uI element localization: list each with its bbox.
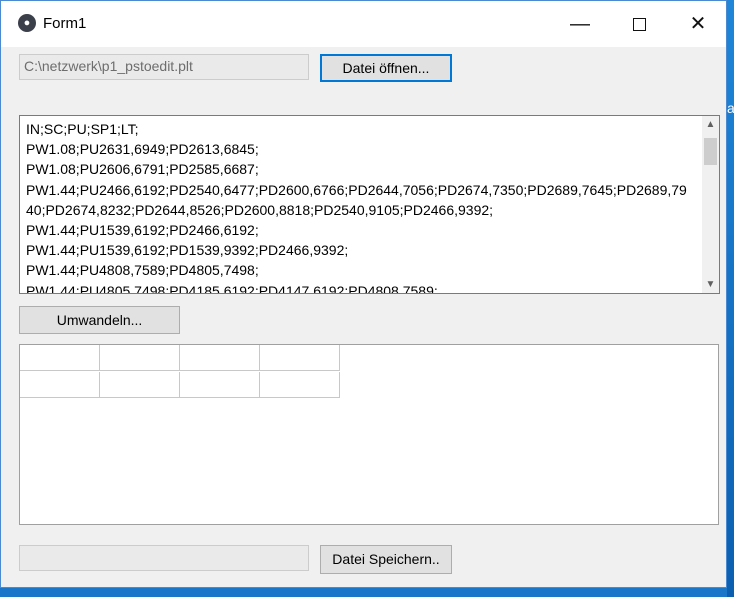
plt-line: PW1.44;PU4805,7498;PD4185,6192;PD4147,61… xyxy=(26,282,438,294)
grid-cell[interactable] xyxy=(260,345,340,371)
save-file-button[interactable]: Datei Speichern.. xyxy=(320,545,452,574)
paw-icon: ● xyxy=(18,14,36,32)
window-title: Form1 xyxy=(43,15,87,32)
grid-cell[interactable] xyxy=(20,345,100,371)
plt-content-textarea[interactable]: IN;SC;PU;SP1;LT; PW1.08;PU2631,6949;PD261… xyxy=(19,115,720,294)
grid-cell[interactable] xyxy=(20,372,100,398)
plt-content-text: IN;SC;PU;SP1;LT; PW1.08;PU2631,6949;PD261… xyxy=(26,119,694,294)
scroll-down-icon[interactable]: ▼ xyxy=(702,276,719,293)
close-icon: ✕ xyxy=(689,13,707,35)
grid-cell[interactable] xyxy=(100,372,180,398)
desktop-edge-text: a xyxy=(727,100,734,116)
save-file-path-field[interactable] xyxy=(19,545,309,571)
plt-line: PW1.44;PU1539,6192;PD1539,9392;PD2466,93… xyxy=(26,242,349,259)
plt-line: IN;SC;PU;SP1;LT; xyxy=(26,121,139,137)
grid-cell[interactable] xyxy=(180,345,260,371)
grid-cell[interactable] xyxy=(180,372,260,398)
minimize-button[interactable]: — xyxy=(551,1,609,47)
desktop-background xyxy=(727,0,734,597)
grid-cell[interactable] xyxy=(100,345,180,371)
convert-button[interactable]: Umwandeln... xyxy=(19,306,180,334)
title-bar[interactable]: ● Form1 — ✕ xyxy=(1,1,726,47)
open-file-path-field[interactable]: C:\netzwerk\p1_pstoedit.plt xyxy=(19,54,309,80)
plt-line: PW1.08;PU2606,6791;PD2585,6687; xyxy=(26,161,259,178)
scroll-up-icon[interactable]: ▲ xyxy=(702,116,719,133)
plt-line: PW1.44;PU2466,6192;PD2540,6477;PD2600,67… xyxy=(26,181,687,218)
close-button[interactable]: ✕ xyxy=(669,1,727,47)
vertical-scrollbar[interactable]: ▲ ▼ xyxy=(702,116,719,293)
data-grid[interactable] xyxy=(19,344,719,525)
open-file-button[interactable]: Datei öffnen... xyxy=(320,54,452,82)
minimize-icon: — xyxy=(570,13,590,35)
plt-line: PW1.44;PU4808,7589;PD4805,7498; xyxy=(26,262,259,279)
plt-line: PW1.44;PU1539,6192;PD2466,6192; xyxy=(26,222,259,239)
main-window: ● Form1 — ✕ C:\netzwerk\p1_pstoedit.plt … xyxy=(0,0,727,588)
maximize-icon xyxy=(632,18,646,32)
plt-line: PW1.08;PU2631,6949;PD2613,6845; xyxy=(26,141,259,158)
scroll-thumb[interactable] xyxy=(704,138,717,165)
grid-cell[interactable] xyxy=(260,372,340,398)
maximize-button[interactable] xyxy=(610,1,668,47)
